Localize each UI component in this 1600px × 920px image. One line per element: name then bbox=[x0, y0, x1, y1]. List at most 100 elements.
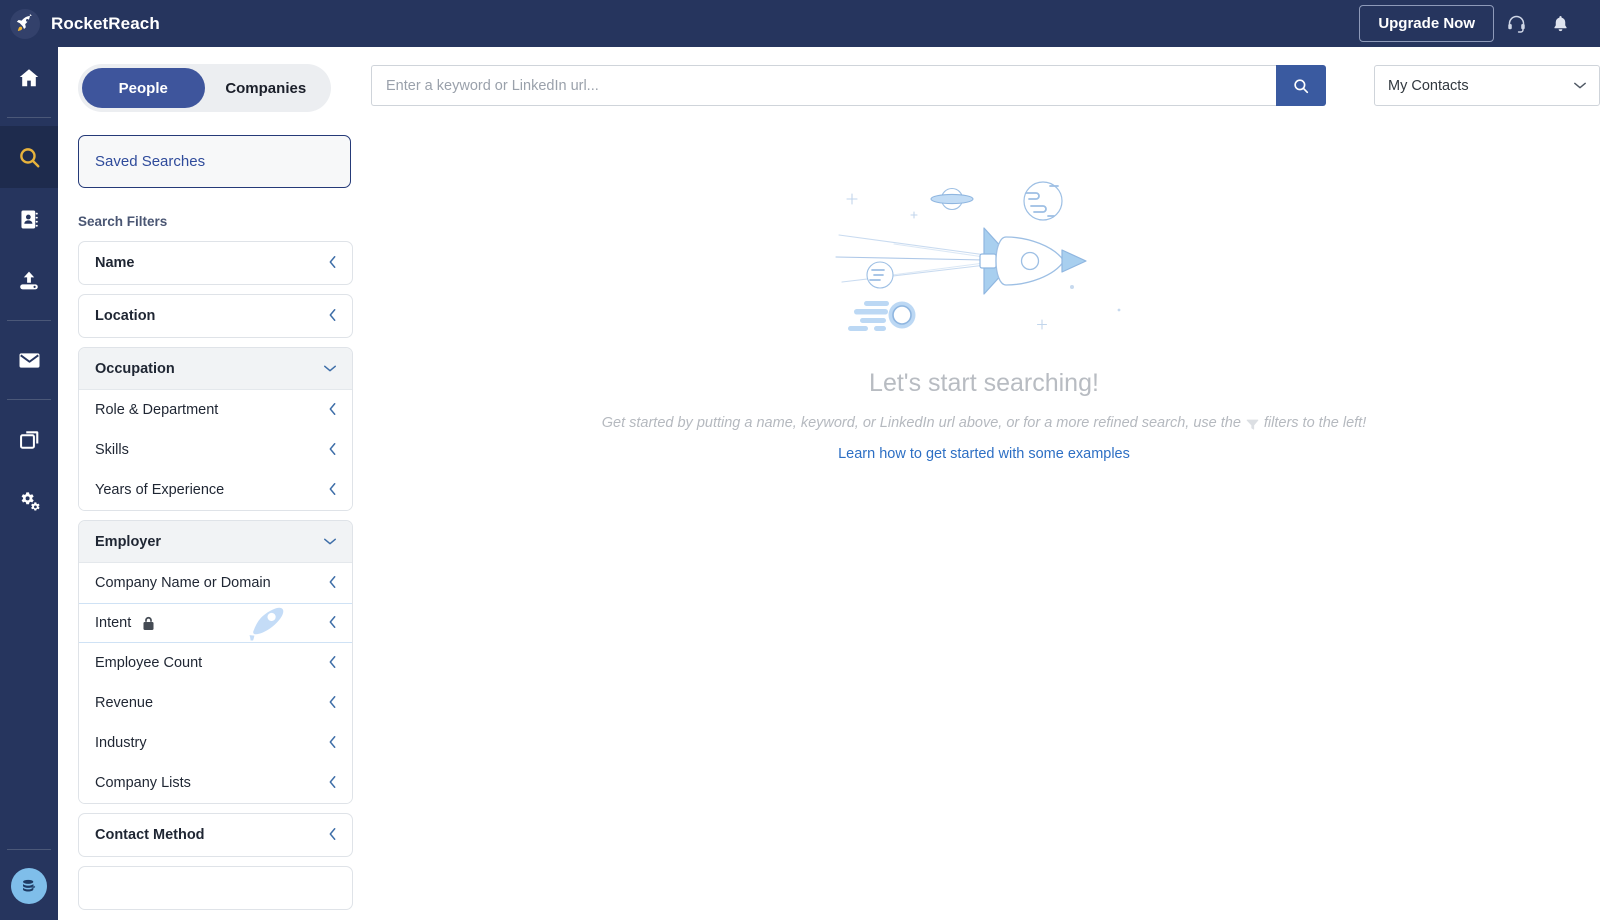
layers-icon bbox=[19, 430, 38, 449]
filter-header-name[interactable]: Name bbox=[79, 242, 352, 284]
upgrade-now-button[interactable]: Upgrade Now bbox=[1359, 5, 1494, 42]
filter-row-intent[interactable]: Intent bbox=[79, 601, 352, 646]
rail-item-contacts[interactable] bbox=[0, 188, 58, 250]
rocket-space-illustration bbox=[835, 181, 1121, 331]
filter-row-skills[interactable]: Skills bbox=[79, 430, 352, 470]
filter-label: Role & Department bbox=[95, 402, 219, 418]
filter-label: Revenue bbox=[95, 695, 154, 711]
filter-label: Employee Count bbox=[95, 655, 203, 671]
filter-label: Years of Experience bbox=[95, 482, 225, 498]
app-header: RocketReach Upgrade Now bbox=[0, 0, 1600, 47]
bell-icon[interactable] bbox=[1538, 2, 1582, 46]
filter-group-contact-method: Contact Method bbox=[78, 813, 353, 857]
get-started-examples-link[interactable]: Learn how to get started with some examp… bbox=[838, 446, 1130, 462]
search-icon bbox=[1294, 78, 1309, 93]
rail-item-settings[interactable] bbox=[0, 470, 58, 532]
filter-group-partial bbox=[78, 866, 353, 910]
brand-name: RocketReach bbox=[51, 13, 160, 33]
filter-row-employee-count[interactable]: Employee Count bbox=[79, 643, 352, 683]
filter-group-employer: Employer Company Name or Domain Intent E… bbox=[78, 520, 353, 804]
empty-state-subtitle-before: Get started by putting a name, keyword, … bbox=[601, 415, 1241, 431]
chevron-down-icon bbox=[323, 361, 337, 376]
search-bar-row: My Contacts bbox=[368, 47, 1600, 124]
filter-row-industry[interactable]: Industry bbox=[79, 723, 352, 763]
header-actions: Upgrade Now bbox=[1359, 2, 1600, 46]
chevron-left-icon bbox=[328, 695, 337, 712]
search-filters-title: Search Filters bbox=[78, 214, 168, 229]
filter-row-years-of-experience[interactable]: Years of Experience bbox=[79, 470, 352, 510]
filter-row-revenue[interactable]: Revenue bbox=[79, 683, 352, 723]
planet-icon bbox=[1023, 181, 1063, 221]
filter-label: Industry bbox=[95, 735, 147, 751]
planet-ring-icon bbox=[930, 187, 974, 211]
home-icon bbox=[19, 69, 39, 87]
chevron-left-icon bbox=[328, 402, 337, 419]
filter-label: Occupation bbox=[95, 360, 175, 377]
lock-icon bbox=[142, 616, 155, 631]
rocket-icon bbox=[979, 227, 1087, 295]
gears-icon bbox=[21, 492, 40, 511]
empty-state-subtitle: Get started by putting a name, keyword, … bbox=[602, 415, 1367, 431]
filter-label: Company Name or Domain bbox=[95, 575, 271, 591]
brand[interactable]: RocketReach bbox=[0, 8, 160, 39]
comet-icon bbox=[848, 301, 916, 331]
envelope-icon bbox=[19, 352, 39, 368]
database-icon[interactable] bbox=[11, 868, 47, 904]
filter-row-company-name-or-domain[interactable]: Company Name or Domain bbox=[79, 563, 352, 603]
asteroid-icon bbox=[866, 261, 894, 289]
chevron-left-icon bbox=[328, 442, 337, 459]
filter-label: Contact Method bbox=[95, 827, 205, 843]
empty-state-subtitle-after: filters to the left! bbox=[1263, 415, 1367, 431]
chevron-left-icon bbox=[328, 255, 337, 272]
filter-row-role-department[interactable]: Role & Department bbox=[79, 390, 352, 430]
tab-people[interactable]: People bbox=[82, 68, 205, 108]
search-submit-button[interactable] bbox=[1276, 65, 1326, 106]
chevron-left-icon bbox=[328, 775, 337, 792]
chevron-down-icon bbox=[1573, 77, 1587, 94]
chevron-left-icon bbox=[328, 575, 337, 592]
upload-icon bbox=[20, 271, 38, 290]
chevron-left-icon bbox=[328, 615, 337, 632]
rail-item-home[interactable] bbox=[0, 47, 58, 109]
filter-header-contact-method[interactable]: Contact Method bbox=[79, 814, 352, 856]
rail-item-upload[interactable] bbox=[0, 250, 58, 312]
chevron-left-icon bbox=[328, 735, 337, 752]
filter-label: Location bbox=[95, 308, 156, 324]
saved-searches-button[interactable]: Saved Searches bbox=[78, 135, 351, 188]
filter-label: Company Lists bbox=[95, 775, 191, 791]
filter-label: Intent bbox=[95, 615, 132, 631]
divider bbox=[7, 399, 51, 400]
filter-label: Skills bbox=[95, 442, 129, 458]
filter-header-employer[interactable]: Employer bbox=[79, 521, 352, 563]
chevron-down-icon bbox=[323, 534, 337, 549]
funnel-icon bbox=[1246, 418, 1259, 431]
headset-icon[interactable] bbox=[1494, 2, 1538, 46]
filter-label: Employer bbox=[95, 533, 162, 550]
divider bbox=[7, 117, 51, 118]
filter-header-partial[interactable] bbox=[79, 867, 352, 909]
chevron-left-icon bbox=[328, 308, 337, 325]
filter-row-company-lists[interactable]: Company Lists bbox=[79, 763, 352, 803]
search-filters-panel: People Companies Saved Searches Search F… bbox=[58, 47, 368, 920]
contacts-scope-select[interactable]: My Contacts bbox=[1374, 65, 1600, 106]
search-input[interactable] bbox=[371, 65, 1276, 106]
filter-header-location[interactable]: Location bbox=[79, 295, 352, 337]
rocket-icon bbox=[10, 8, 40, 39]
icon-rail bbox=[0, 47, 58, 920]
empty-state: Let's start searching! Get started by pu… bbox=[368, 124, 1600, 920]
divider bbox=[7, 320, 51, 321]
filter-group-occupation: Occupation Role & Department Skills Year… bbox=[78, 347, 353, 511]
divider bbox=[7, 849, 51, 850]
filter-label: Name bbox=[95, 255, 135, 271]
rail-item-messages[interactable] bbox=[0, 329, 58, 391]
rocket-icon bbox=[232, 601, 304, 646]
chevron-left-icon bbox=[328, 655, 337, 672]
chevron-left-icon bbox=[328, 827, 337, 844]
filter-group-name: Name bbox=[78, 241, 353, 285]
filter-header-occupation[interactable]: Occupation bbox=[79, 348, 352, 390]
empty-state-title: Let's start searching! bbox=[869, 369, 1099, 397]
rail-item-search[interactable] bbox=[0, 126, 58, 188]
address-book-icon bbox=[20, 209, 38, 229]
tab-companies[interactable]: Companies bbox=[205, 68, 328, 108]
rail-item-lists[interactable] bbox=[0, 408, 58, 470]
